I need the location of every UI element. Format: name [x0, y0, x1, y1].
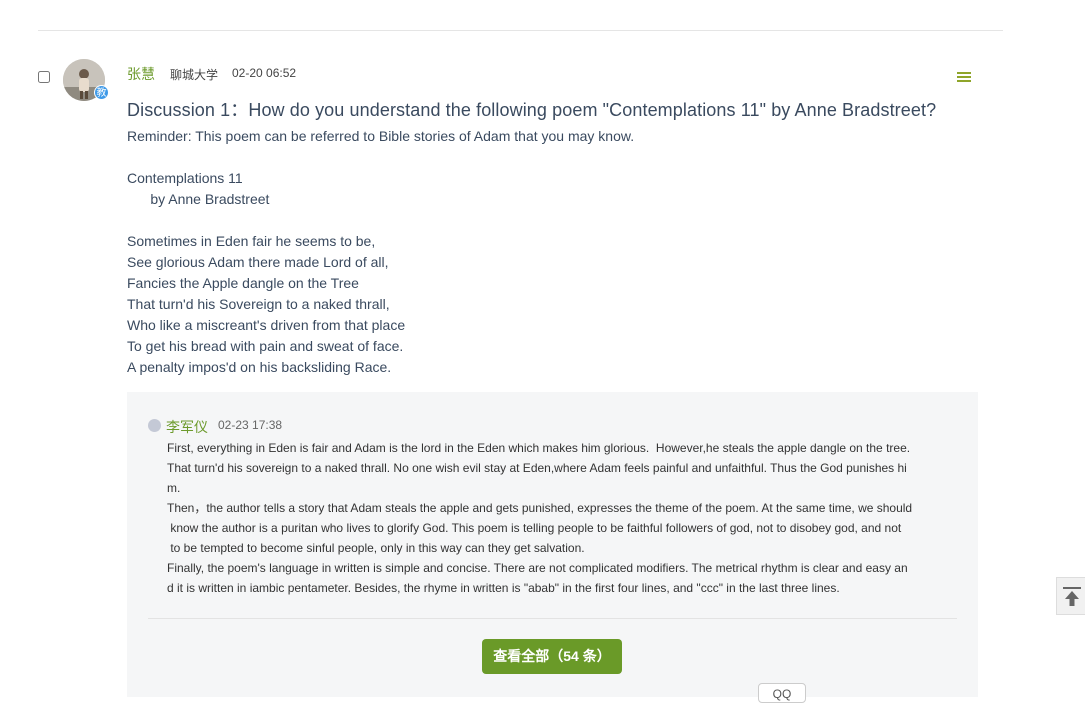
reply-body-line: That turn'd his sovereign to a naked thr…	[167, 461, 907, 475]
post-title: Discussion 1：How do you understand the f…	[127, 100, 937, 120]
reply-body-line: to be tempted to become sinful people, o…	[167, 541, 585, 555]
reply-avatar[interactable]	[148, 419, 161, 432]
post-author-school: 聊城大学	[170, 68, 219, 82]
top-divider	[38, 30, 1003, 31]
reply-body-line: d it is written in iambic pentameter. Be…	[167, 581, 840, 595]
hamburger-menu-icon[interactable]	[957, 72, 971, 83]
post-body-line: Contemplations 11	[127, 170, 243, 186]
back-to-top-button[interactable]	[1056, 577, 1085, 615]
reply-author-name[interactable]: 李军仪	[166, 417, 208, 437]
reply-body-line: know the author is a puritan who lives t…	[167, 521, 902, 535]
reply-body-line: Finally, the poem's language in written …	[167, 561, 908, 575]
reply-divider	[148, 618, 957, 619]
teacher-badge: 教	[94, 85, 109, 100]
back-to-top-icon	[1063, 587, 1081, 606]
post-body-line: A penalty impos'd on his backsliding Rac…	[127, 359, 392, 375]
reply-body-line: First, everything in Eden is fair and Ad…	[167, 441, 911, 455]
reply-body: First, everything in Eden is fair and Ad…	[167, 438, 957, 598]
select-post-checkbox[interactable]	[38, 71, 50, 83]
post-body-line: Reminder: This poem can be referred to B…	[127, 128, 635, 144]
post-body-line	[127, 147, 634, 168]
reply-body-line: m.	[167, 481, 181, 495]
post-author-name[interactable]: 张慧	[127, 64, 155, 84]
reply-body-line: Then，the author tells a story that Adam …	[167, 501, 913, 515]
post-body-line: See glorious Adam there made Lord of all…	[127, 254, 389, 270]
post-body-line: That turn'd his Sovereign to a naked thr…	[127, 296, 390, 312]
post-body-line: Who like a miscreant's driven from that …	[127, 317, 406, 333]
view-all-replies-button[interactable]: 查看全部（54 条）	[482, 639, 622, 674]
post-body-line: by Anne Bradstreet	[127, 191, 270, 207]
bottom-chip[interactable]: QQ	[758, 683, 806, 703]
post-body-line: To get his bread with pain and sweat of …	[127, 338, 404, 354]
post-body-line: Fancies the Apple dangle on the Tree	[127, 275, 359, 291]
reply-timestamp: 02-23 17:38	[218, 418, 283, 432]
post-body-line	[127, 210, 634, 231]
post-timestamp: 02-20 06:52	[232, 66, 297, 80]
post-body: Reminder: This poem can be referred to B…	[127, 126, 634, 378]
post-body-line: Sometimes in Eden fair he seems to be,	[127, 233, 376, 249]
